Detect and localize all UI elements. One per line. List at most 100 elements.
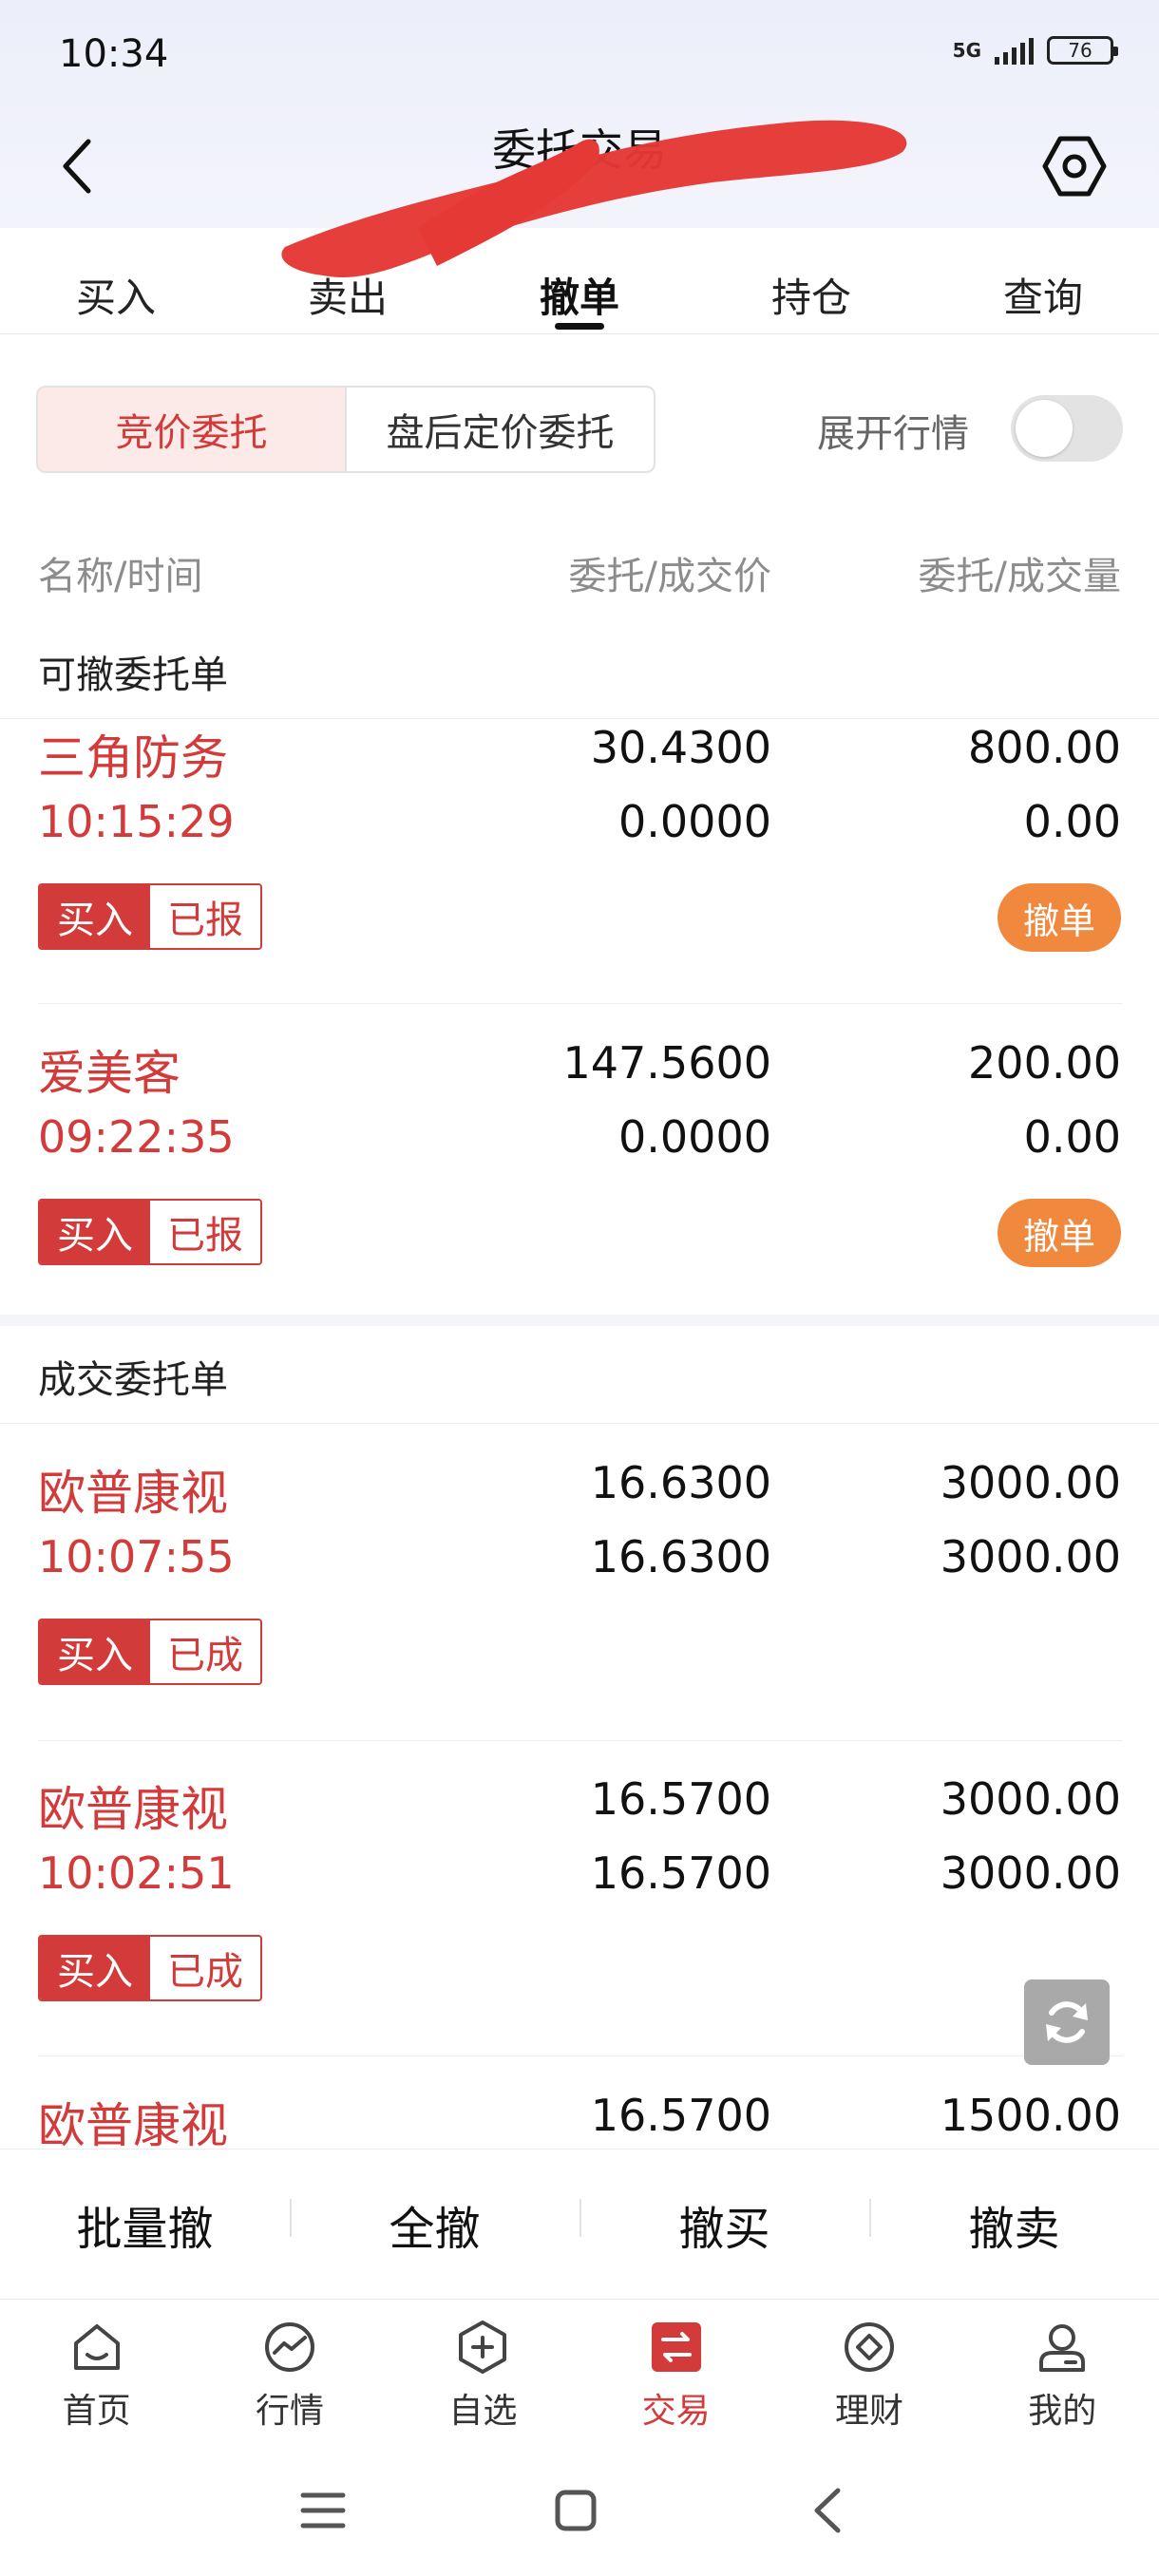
order-status-badge: 买入 已成: [38, 1935, 262, 2001]
stock-name: 欧普康视: [38, 1466, 228, 1521]
side-label: 买入: [40, 1937, 150, 1999]
side-label: 买入: [40, 1620, 150, 1683]
nav-label: 交易: [641, 2392, 711, 2431]
nav-profile[interactable]: 我的: [966, 2300, 1159, 2441]
back-system-button[interactable]: [790, 2477, 866, 2544]
section-cancelable-title: 可撤委托单: [38, 653, 228, 697]
battery-icon: 76: [1047, 36, 1118, 65]
deal-price: 16.6300: [590, 1531, 771, 1582]
divider: [38, 2055, 1123, 2056]
batch-cancel-button[interactable]: 批量撤: [0, 2191, 290, 2258]
cancel-all-button[interactable]: 全撤: [290, 2191, 580, 2258]
stock-name: 爱美客: [38, 1046, 180, 1101]
status-label: 已成: [150, 1620, 260, 1683]
refresh-button[interactable]: [1024, 1979, 1110, 2065]
settings-button[interactable]: [1037, 129, 1112, 203]
home-icon: [66, 2317, 127, 2377]
redaction-scribble: [281, 120, 907, 277]
deal-qty: 0.00: [1023, 796, 1121, 847]
nav-label: 我的: [1028, 2392, 1097, 2431]
section-filled-title: 成交委托单: [38, 1358, 228, 1402]
deal-price: 0.0000: [618, 1111, 771, 1163]
order-status-badge: 买入 已报: [38, 1199, 262, 1265]
order-row[interactable]: 欧普康视 16.5700 1500.00: [0, 2088, 1159, 2149]
toggle-knob: [1016, 400, 1073, 457]
recent-apps-button[interactable]: [285, 2477, 361, 2544]
tab-query[interactable]: 查询: [927, 228, 1159, 333]
segment-after-hours-order[interactable]: 盘后定价委托: [347, 388, 654, 471]
deal-price: 0.0000: [618, 796, 771, 847]
order-time: 10:02:51: [38, 1847, 235, 1899]
order-row[interactable]: 爱美客 09:22:35 147.5600 0.0000 200.00 0.00…: [0, 1035, 1159, 1320]
nav-label: 首页: [62, 2392, 131, 2431]
menu-icon: [300, 2492, 346, 2529]
divider: [38, 1740, 1123, 1741]
deal-price: 16.5700: [590, 1847, 771, 1899]
stock-name: 欧普康视: [38, 2098, 228, 2149]
expand-quote-label: 展开行情: [817, 412, 969, 456]
stock-name: 三角防务: [38, 730, 228, 786]
home-system-button[interactable]: [538, 2477, 614, 2544]
expand-quote-toggle[interactable]: [1011, 395, 1123, 462]
signal-icon: [995, 36, 1034, 65]
order-qty: 3000.00: [940, 1773, 1121, 1825]
trade-icon: [646, 2317, 707, 2377]
divider: [0, 718, 1159, 719]
nav-label: 自选: [448, 2392, 518, 2431]
col-volume: 委托/成交量: [918, 555, 1121, 598]
order-time: 10:15:29: [38, 796, 235, 847]
side-label: 买入: [40, 1201, 150, 1263]
order-status-badge: 买入 已报: [38, 883, 262, 950]
order-price: 16.6300: [590, 1457, 771, 1508]
status-time: 10:34: [59, 32, 169, 76]
nav-label: 理财: [834, 2392, 903, 2431]
refresh-icon: [1046, 2001, 1088, 2043]
segment-auction-order[interactable]: 竞价委托: [38, 388, 347, 471]
order-status-badge: 买入 已成: [38, 1619, 262, 1685]
cancel-order-button[interactable]: 撤单: [998, 1199, 1121, 1267]
order-price: 30.4300: [590, 722, 771, 773]
market-chart-icon: [259, 2317, 320, 2377]
divider: [38, 1003, 1123, 1004]
nav-home[interactable]: 首页: [0, 2300, 193, 2441]
status-label: 已报: [150, 1201, 260, 1263]
square-icon: [555, 2490, 597, 2531]
divider: [0, 1423, 1159, 1424]
order-row[interactable]: 欧普康视 10:02:51 16.5700 16.5700 3000.00 30…: [0, 1771, 1159, 2056]
order-qty: 200.00: [968, 1037, 1121, 1089]
col-name-time: 名称/时间: [38, 555, 203, 598]
stock-name: 欧普康视: [38, 1782, 228, 1837]
profile-icon: [1032, 2317, 1092, 2377]
nav-wealth[interactable]: 理财: [772, 2300, 965, 2441]
nav-watchlist[interactable]: 自选: [387, 2300, 580, 2441]
add-watchlist-icon: [452, 2317, 513, 2377]
col-price: 委托/成交价: [568, 555, 771, 598]
tab-buy[interactable]: 买入: [0, 228, 232, 333]
bottom-nav: 首页 行情 自选 交易 理财 我的: [0, 2299, 1159, 2441]
order-qty: 1500.00: [940, 2090, 1121, 2141]
settings-hexagon-icon: [1042, 136, 1107, 197]
nav-trade[interactable]: 交易: [580, 2300, 772, 2441]
nav-market[interactable]: 行情: [193, 2300, 386, 2441]
cancel-buys-button[interactable]: 撤买: [580, 2191, 869, 2258]
order-price: 16.5700: [590, 2090, 771, 2141]
system-nav-bar: [0, 2441, 1159, 2576]
section-gap: [0, 1315, 1159, 1326]
cancel-sells-button[interactable]: 撤卖: [869, 2191, 1159, 2258]
nav-label: 行情: [255, 2392, 324, 2431]
order-qty: 3000.00: [940, 1457, 1121, 1508]
wealth-icon: [839, 2317, 900, 2377]
deal-qty: 3000.00: [940, 1847, 1121, 1899]
order-row[interactable]: 三角防务 10:15:29 30.4300 0.0000 800.00 0.00…: [0, 720, 1159, 1005]
cancel-order-button[interactable]: 撤单: [998, 883, 1121, 952]
status-icons: 5G 76: [952, 36, 1118, 65]
order-price: 16.5700: [590, 1773, 771, 1825]
deal-qty: 3000.00: [940, 1531, 1121, 1582]
network-type: 5G: [952, 39, 981, 62]
side-label: 买入: [40, 885, 150, 948]
batch-action-bar: 批量撤 全撤 撤买 撤卖: [0, 2149, 1159, 2299]
status-label: 已报: [150, 885, 260, 948]
order-row[interactable]: 欧普康视 10:07:55 16.6300 16.6300 3000.00 30…: [0, 1455, 1159, 1740]
order-time: 09:22:35: [38, 1111, 235, 1163]
order-price: 147.5600: [562, 1037, 772, 1089]
